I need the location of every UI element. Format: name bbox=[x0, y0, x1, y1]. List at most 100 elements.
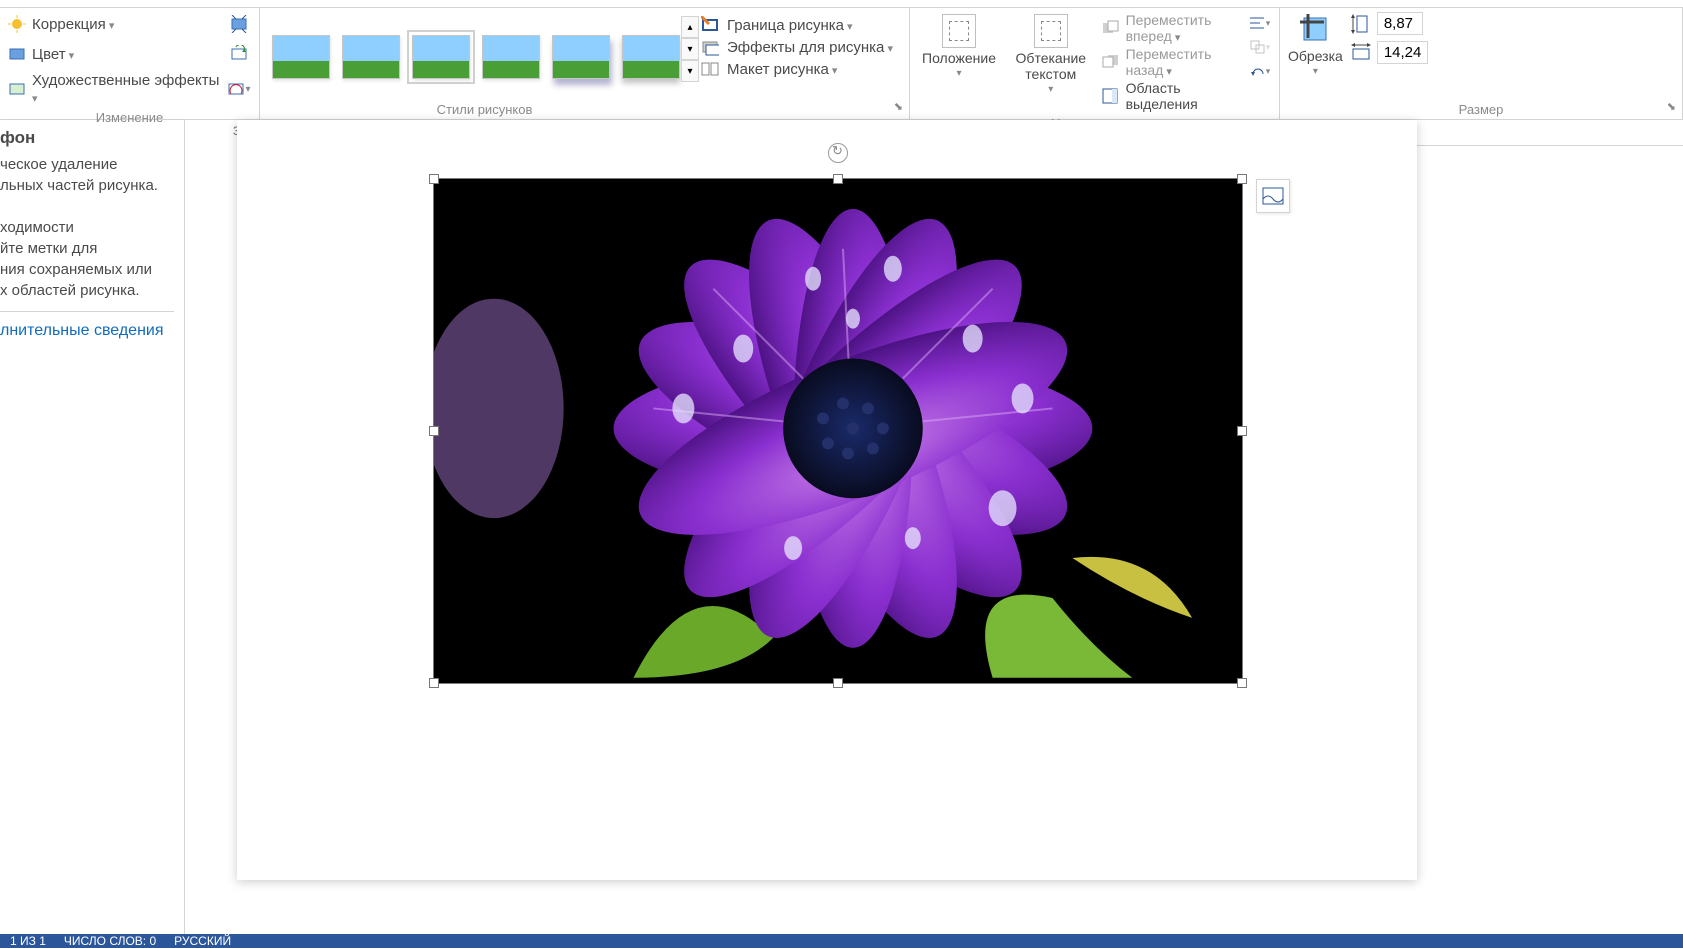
help-title: фон bbox=[0, 128, 174, 148]
picture-layout-button[interactable]: Макет рисунка bbox=[701, 60, 901, 78]
border-icon bbox=[701, 16, 719, 34]
height-value[interactable]: 8,87 bbox=[1377, 12, 1423, 35]
help-text-2c: ния сохраняемых или bbox=[0, 261, 174, 278]
handle-mid-right[interactable] bbox=[1237, 426, 1247, 436]
brightness-icon bbox=[8, 15, 26, 33]
style-thumb-2[interactable] bbox=[342, 35, 400, 79]
height-icon bbox=[1351, 14, 1371, 34]
selection-pane-icon bbox=[1102, 88, 1120, 104]
picture-styles-gallery[interactable]: ▴ ▾ ▾ bbox=[268, 12, 701, 98]
help-text-2d: х областей рисунка. bbox=[0, 282, 174, 299]
style-thumb-3[interactable] bbox=[412, 35, 470, 79]
send-backward-label: Переместить назад bbox=[1126, 46, 1245, 78]
color-icon bbox=[8, 45, 26, 63]
send-backward-icon bbox=[1102, 54, 1120, 70]
layout-icon bbox=[701, 60, 719, 78]
group-button[interactable]: ▾ bbox=[1249, 36, 1271, 58]
compress-pictures-button[interactable] bbox=[227, 12, 251, 36]
document-canvas[interactable]: 3211234567891011121314151617 bbox=[185, 120, 1683, 934]
crop-label: Обрезка bbox=[1288, 48, 1343, 64]
color-button[interactable]: Цвет bbox=[8, 45, 74, 63]
bring-forward-label: Переместить вперед bbox=[1126, 12, 1245, 44]
group-size: Обрезка ▾ 8,87 14,24 Размер ⬊ bbox=[1280, 8, 1683, 119]
group-adjust: Коррекция Цвет Художественные эффект bbox=[0, 8, 260, 119]
status-bar: 1 ИЗ 1 ЧИСЛО СЛОВ: 0 РУССКИЙ bbox=[0, 934, 1683, 948]
styles-dialog-launcher[interactable]: ⬊ bbox=[894, 100, 903, 113]
align-icon bbox=[1250, 16, 1266, 30]
status-page[interactable]: 1 ИЗ 1 bbox=[10, 934, 46, 948]
artistic-icon bbox=[8, 80, 26, 98]
bring-forward-button[interactable]: Переместить вперед bbox=[1102, 12, 1245, 44]
corrections-label: Коррекция bbox=[32, 16, 114, 33]
help-text-2b: йте метки для bbox=[0, 240, 174, 257]
picture-layout-label: Макет рисунка bbox=[727, 61, 837, 78]
selection-pane-label: Область выделения bbox=[1126, 80, 1245, 112]
handle-top-mid[interactable] bbox=[833, 174, 843, 184]
handle-top-left[interactable] bbox=[429, 174, 439, 184]
group-arrange: Положение ▾ Обтекание текстом ▾ Перемест… bbox=[910, 8, 1280, 119]
group-styles-label: Стили рисунков bbox=[268, 98, 701, 117]
crop-button[interactable]: Обрезка ▾ bbox=[1288, 12, 1343, 77]
handle-bottom-left[interactable] bbox=[429, 678, 439, 688]
style-thumb-4[interactable] bbox=[482, 35, 540, 79]
handle-bottom-mid[interactable] bbox=[833, 678, 843, 688]
gallery-up-button[interactable]: ▴ bbox=[681, 16, 699, 38]
rotation-handle[interactable] bbox=[828, 143, 848, 163]
rotate-icon bbox=[1250, 64, 1266, 78]
status-word-count[interactable]: ЧИСЛО СЛОВ: 0 bbox=[64, 934, 156, 948]
height-field[interactable]: 8,87 bbox=[1351, 12, 1429, 35]
help-text-1a: ческое удаление bbox=[0, 156, 174, 173]
style-thumb-6[interactable] bbox=[622, 35, 680, 79]
size-dialog-launcher[interactable]: ⬊ bbox=[1667, 100, 1676, 113]
rotate-button[interactable]: ▾ bbox=[1249, 60, 1271, 82]
group-size-label: Размер bbox=[1288, 98, 1674, 117]
gallery-more-button[interactable]: ▾ bbox=[681, 60, 699, 82]
handle-bottom-right[interactable] bbox=[1237, 678, 1247, 688]
help-text-1b: льных частей рисунка. bbox=[0, 177, 174, 194]
reset-picture-button[interactable]: ▾ bbox=[227, 77, 251, 101]
position-button[interactable]: Положение ▾ bbox=[918, 12, 1000, 112]
style-thumb-1[interactable] bbox=[272, 35, 330, 79]
help-side-panel: фон ческое удаление льных частей рисунка… bbox=[0, 120, 185, 934]
position-icon bbox=[942, 14, 976, 48]
picture-border-button[interactable]: Граница рисунка bbox=[701, 16, 901, 34]
gallery-down-button[interactable]: ▾ bbox=[681, 38, 699, 60]
selection-pane-button[interactable]: Область выделения bbox=[1102, 80, 1245, 112]
compress-icon bbox=[230, 15, 248, 33]
reset-icon bbox=[227, 80, 245, 98]
flower-image bbox=[434, 179, 1242, 683]
picture-border-label: Граница рисунка bbox=[727, 17, 853, 34]
help-more-link[interactable]: лнительные сведения bbox=[0, 311, 174, 340]
width-icon bbox=[1351, 43, 1371, 63]
bring-forward-icon bbox=[1102, 20, 1120, 36]
picture-effects-button[interactable]: Эффекты для рисунка bbox=[701, 38, 901, 56]
handle-top-right[interactable] bbox=[1237, 174, 1247, 184]
corrections-button[interactable]: Коррекция bbox=[8, 15, 114, 33]
artistic-label: Художественные эффекты bbox=[32, 72, 227, 106]
main-tabs: ГЛАВНАЯ ВСТАВКА ДИЗАЙН РАЗМЕТКА СТРАНИЦЫ… bbox=[0, 0, 1683, 8]
selected-picture[interactable] bbox=[433, 178, 1243, 684]
picture-effects-label: Эффекты для рисунка bbox=[727, 39, 893, 56]
width-value[interactable]: 14,24 bbox=[1377, 41, 1429, 64]
wrap-text-button[interactable]: Обтекание текстом ▾ bbox=[1004, 12, 1098, 112]
handle-mid-left[interactable] bbox=[429, 426, 439, 436]
page bbox=[237, 120, 1417, 880]
effects-icon bbox=[701, 38, 719, 56]
artistic-effects-button[interactable]: Художественные эффекты bbox=[8, 72, 227, 106]
status-language[interactable]: РУССКИЙ bbox=[174, 934, 231, 948]
color-label: Цвет bbox=[32, 46, 74, 63]
change-picture-button[interactable] bbox=[227, 42, 251, 66]
ribbon: Коррекция Цвет Художественные эффект bbox=[0, 8, 1683, 120]
crop-icon bbox=[1298, 12, 1332, 46]
wrap-icon bbox=[1034, 14, 1068, 48]
wrap-label: Обтекание текстом bbox=[1008, 50, 1094, 82]
send-backward-button[interactable]: Переместить назад bbox=[1102, 46, 1245, 78]
position-label: Положение bbox=[922, 50, 996, 66]
change-picture-icon bbox=[230, 45, 248, 63]
align-button[interactable]: ▾ bbox=[1249, 12, 1271, 34]
style-thumb-5[interactable] bbox=[552, 35, 610, 79]
width-field[interactable]: 14,24 bbox=[1351, 41, 1429, 64]
help-text-2a: ходимости bbox=[0, 219, 174, 236]
picture-style-options: Граница рисунка Эффекты для рисунка Маке… bbox=[701, 12, 901, 117]
layout-options-button[interactable] bbox=[1256, 179, 1290, 213]
